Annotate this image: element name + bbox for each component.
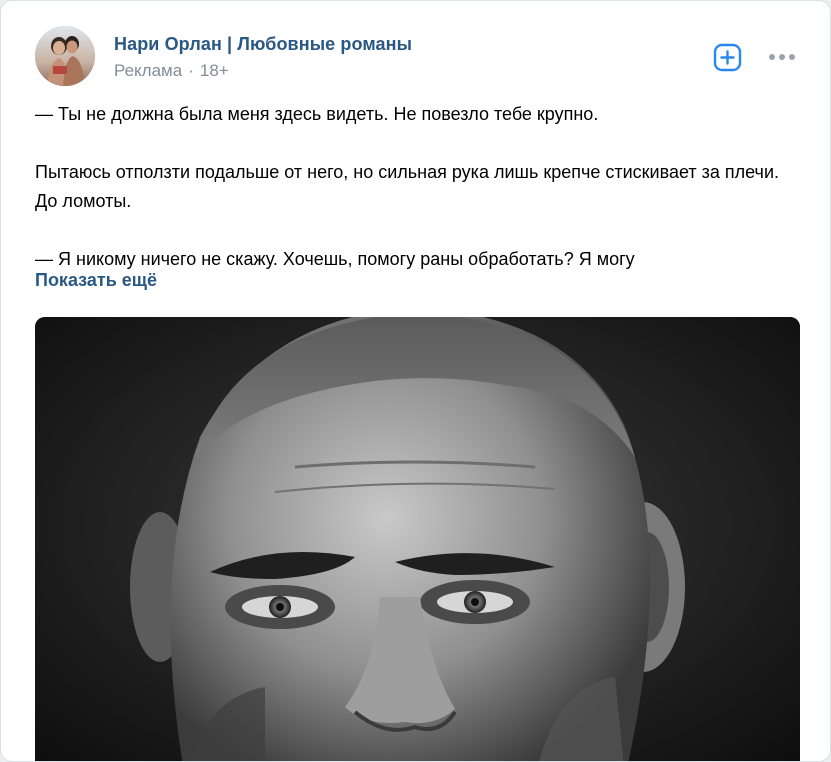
post-paragraph: Пытаюсь отползти подальше от него, но си… — [35, 162, 779, 211]
avatar-image — [35, 26, 95, 86]
meta-separator: · — [188, 61, 194, 80]
plus-square-icon — [713, 43, 742, 72]
community-name-link[interactable]: Нари Орлан | Любовные романы — [114, 34, 412, 55]
more-dots-icon — [769, 54, 795, 60]
post-card: Нари Орлан | Любовные романы Реклама · 18+… — [0, 0, 831, 762]
more-options-button[interactable] — [768, 45, 796, 69]
community-avatar[interactable] — [35, 26, 95, 86]
man-portrait-image — [35, 317, 800, 761]
show-more-link[interactable]: Показать ещё — [35, 270, 157, 291]
post-paragraph: — Ты не должна была меня здесь видеть. Н… — [35, 104, 599, 124]
post-text: — Ты не должна была меня здесь видеть. Н… — [35, 100, 805, 274]
post-meta: Реклама · 18+ — [114, 61, 229, 81]
add-button[interactable] — [713, 43, 742, 72]
post-photo[interactable] — [35, 317, 800, 761]
age-rating-badge: 18+ — [199, 61, 229, 80]
ad-label: Реклама — [114, 61, 183, 80]
